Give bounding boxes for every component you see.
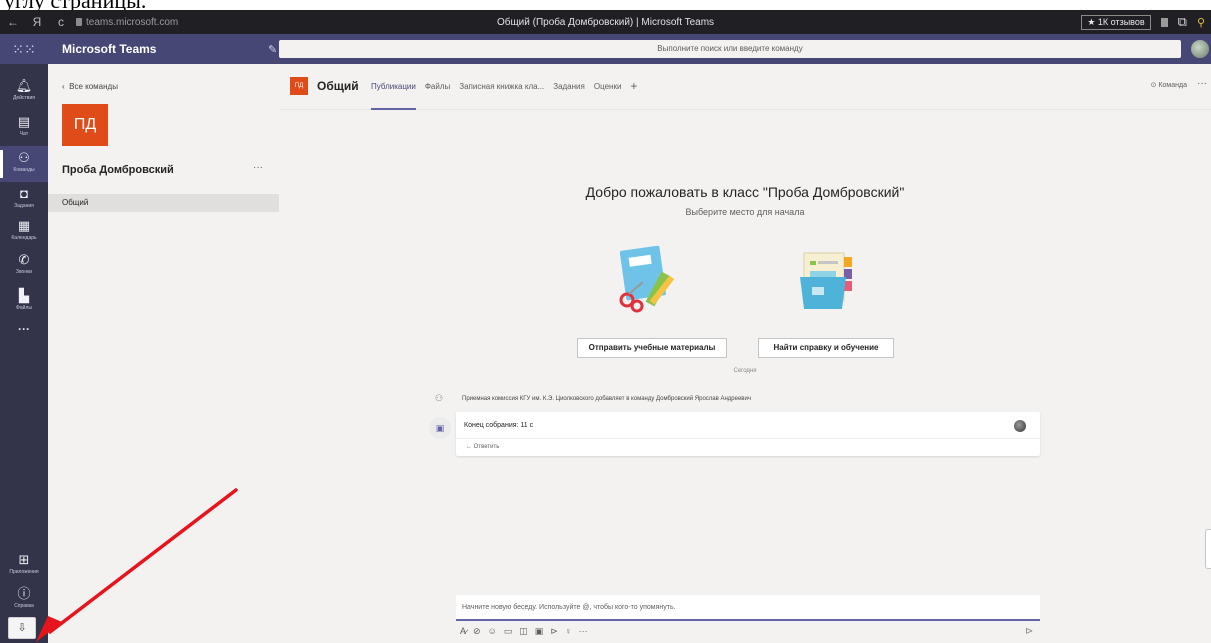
date-divider: Сегодня — [733, 368, 757, 374]
rail-item-apps[interactable]: ⊞ Приложения — [0, 548, 48, 584]
chevron-left-icon: ‹ — [62, 82, 65, 91]
assignments-icon: ◘ — [20, 186, 28, 201]
rail-item-assignments[interactable]: ◘ Задания — [0, 182, 48, 218]
tab-assignments[interactable]: Задания — [553, 82, 585, 98]
composer-toolbar: A̷ ⊘ ☺ ▭ ◫ ▣ ⊳ ♀ ··· — [460, 626, 588, 637]
send-icon[interactable]: ⊳ — [1025, 626, 1033, 637]
gif-icon[interactable]: ▭ — [504, 626, 513, 637]
rail-label: Звонки — [15, 269, 33, 275]
rail-label: Чат — [19, 131, 29, 137]
help-icon: ⓘ — [17, 586, 31, 601]
rail-label: Задания — [14, 203, 34, 209]
meeting-title: Конец собрания: 11 с — [464, 422, 534, 429]
rail-label: Календарь — [11, 235, 37, 241]
new-chat-icon[interactable]: ✎ — [268, 43, 278, 56]
tab-files[interactable]: Файлы — [425, 82, 450, 98]
welcome-title: Добро пожаловать в класс "Проба Домбровс… — [585, 184, 905, 200]
download-app-button[interactable]: ⇩ — [8, 617, 36, 639]
extension-icon[interactable]: ⧉ — [1178, 14, 1187, 30]
team-avatar: ПД — [62, 104, 108, 146]
download-icon: ⇩ — [17, 622, 27, 634]
rail-item-files[interactable]: ▙ Файлы — [0, 284, 48, 320]
page-title: Общий (Проба Домбровский) | Microsoft Te… — [496, 16, 715, 28]
rail-item-help[interactable]: ⓘ Справка — [0, 582, 48, 618]
add-member-icon: ⚇ — [435, 393, 444, 403]
tab-posts[interactable]: Публикации — [371, 82, 416, 110]
calendar-icon: ▦ — [17, 218, 31, 233]
rail-item-calendar[interactable]: ▦ Календарь — [0, 214, 48, 250]
bookmark-icon[interactable] — [1160, 17, 1168, 27]
channel-header: ПД Общий Публикации Файлы Записная книжк… — [279, 64, 1211, 110]
add-tab-button[interactable]: + — [630, 80, 637, 98]
bell-icon: 🔔︎ — [15, 78, 33, 93]
rail-label: Справка — [14, 603, 34, 609]
browser-right-controls: ★ 1К отзывов ⧉ ⚲ — [1081, 10, 1211, 34]
teams-header: ⁙⁙ Microsoft Teams ✎ Выполните поиск или… — [0, 34, 1211, 64]
reply-button[interactable]: ← Ответить — [456, 438, 1040, 456]
format-icon[interactable]: A̷ — [460, 626, 466, 637]
channel-name: Общий — [317, 79, 359, 93]
screenshot-root: углу страницы. ← Я c teams.microsoft.com… — [0, 0, 1211, 643]
tab-grades[interactable]: Оценки — [594, 82, 622, 98]
stream-icon[interactable]: ⊳ — [550, 626, 558, 637]
reload-icon[interactable]: c — [54, 15, 68, 29]
address-bar[interactable]: teams.microsoft.com — [76, 17, 178, 28]
emoji-icon[interactable]: ☺ — [488, 626, 497, 637]
team-name: Проба Домбровский — [62, 164, 174, 176]
team-more-button[interactable]: ··· — [253, 162, 263, 173]
find-help-button[interactable]: Найти справку и обучение — [758, 338, 894, 358]
send-materials-button[interactable]: Отправить учебные материалы — [577, 338, 727, 358]
attach-icon[interactable]: ⊘ — [473, 626, 481, 637]
rail-item-teams[interactable]: ⚇ Команды — [0, 146, 48, 182]
welcome-subtitle: Выберите место для начала — [685, 207, 805, 217]
phone-icon: ✆ — [18, 252, 30, 267]
side-handle[interactable] — [1205, 529, 1211, 569]
rail-item-chat[interactable]: ▤ Чат — [0, 110, 48, 146]
more-options-button[interactable]: ··· — [579, 626, 588, 637]
all-teams-link[interactable]: ‹ Все команды — [62, 82, 118, 91]
chat-icon: ▤ — [17, 114, 31, 129]
feedback-badge[interactable]: ★ 1К отзывов — [1081, 14, 1151, 30]
yandex-logo[interactable]: Я — [30, 15, 44, 29]
channel-avatar: ПД — [290, 77, 308, 95]
app-launcher-icon[interactable]: ⁙⁙ — [0, 41, 48, 58]
search-input[interactable]: Выполните поиск или введите команду — [279, 40, 1181, 58]
channel-main: ПД Общий Публикации Файлы Записная книжк… — [279, 64, 1211, 643]
rail-label: Файлы — [16, 305, 32, 311]
file-icon: ▙ — [19, 288, 29, 303]
system-message: Приемная комиссия КГУ им. К.Э. Циолковск… — [462, 396, 751, 402]
rail-label: Действия — [13, 95, 35, 101]
praise-icon[interactable]: ♀ — [565, 626, 572, 637]
rail-item-activity[interactable]: 🔔︎ Действия — [0, 74, 48, 110]
header-more-button[interactable]: ··· — [1197, 78, 1207, 89]
tab-notebook[interactable]: Записная книжка кла... — [459, 82, 544, 98]
more-apps-button[interactable]: ··· — [0, 322, 48, 336]
back-arrow-icon[interactable]: ← — [6, 15, 20, 29]
browser-toolbar: ← Я c teams.microsoft.com Общий (Проба Д… — [0, 10, 1211, 34]
team-panel: ‹ Все команды ПД Проба Домбровский ··· О… — [48, 64, 279, 643]
teams-icon: ⚇ — [18, 150, 30, 165]
user-avatar[interactable] — [1191, 40, 1209, 58]
sticker-icon[interactable]: ◫ — [519, 626, 528, 637]
participant-avatar — [1014, 420, 1026, 432]
rail-label: Команды — [13, 167, 35, 173]
new-conversation-input[interactable]: Начните новую беседу. Используйте @, что… — [456, 595, 1040, 621]
rail-label: Приложения — [9, 569, 39, 575]
rail-item-calls[interactable]: ✆ Звонки — [0, 248, 48, 284]
meet-now-icon[interactable]: ▣ — [535, 626, 544, 637]
meeting-card[interactable]: Конец собрания: 11 с ← Ответить — [456, 412, 1040, 456]
channel-item-general[interactable]: Общий — [48, 194, 279, 212]
lock-icon — [76, 18, 82, 26]
browser-profile-icon[interactable]: ⚲ — [1197, 16, 1205, 29]
app-rail: 🔔︎ Действия ▤ Чат ⚇ Команды ◘ Задания ▦ … — [0, 64, 48, 643]
team-button[interactable]: ⊙ Команда — [1151, 81, 1187, 89]
help-training-illustration — [800, 252, 852, 309]
meeting-icon: ▣ — [429, 417, 451, 439]
channel-tabs: Публикации Файлы Записная книжка кла... … — [371, 80, 637, 110]
apps-icon: ⊞ — [18, 552, 30, 567]
url-text: teams.microsoft.com — [86, 16, 179, 28]
app-name: Microsoft Teams — [62, 42, 157, 56]
class-materials-illustration — [619, 245, 675, 313]
all-teams-label: Все команды — [69, 82, 118, 91]
